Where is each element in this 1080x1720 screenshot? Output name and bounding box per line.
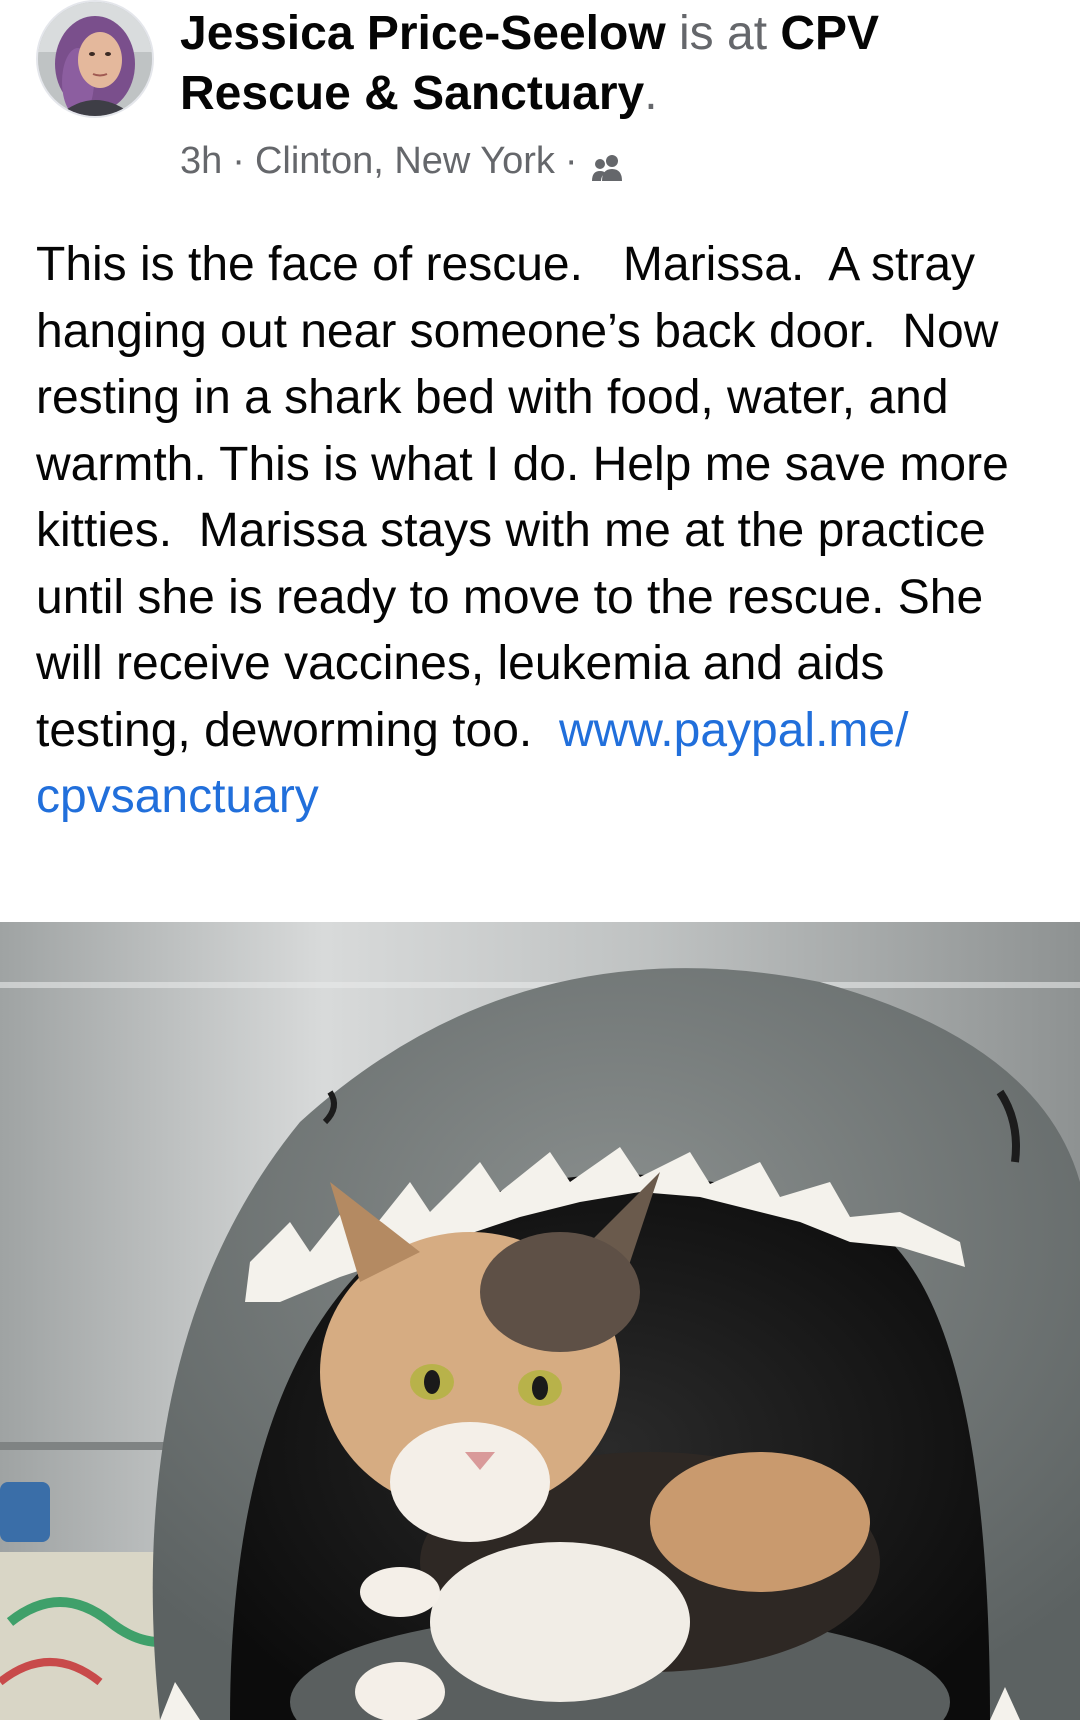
title-period: . (644, 67, 658, 120)
meta-separator: · (232, 140, 245, 182)
post: Jessica Price-Seelow is at CPV Rescue & … (0, 0, 1080, 1720)
post-title: Jessica Price-Seelow is at CPV Rescue & … (180, 4, 1040, 124)
post-time[interactable]: 3h (180, 136, 222, 186)
post-body-text: This is the face of rescue. Marissa. A s… (36, 238, 1023, 757)
post-header: Jessica Price-Seelow is at CPV Rescue & … (180, 4, 1040, 124)
post-photo[interactable] (0, 922, 1080, 1720)
connector-text: is at (665, 7, 781, 60)
post-meta: 3h · Clinton, New York · (180, 136, 626, 186)
author-name[interactable]: Jessica Price-Seelow (180, 7, 666, 60)
post-location[interactable]: Clinton, New York (255, 136, 555, 186)
meta-separator: · (564, 140, 578, 182)
post-body: This is the face of rescue. Marissa. A s… (36, 232, 1046, 831)
author-avatar[interactable] (36, 0, 154, 118)
friends-icon[interactable] (590, 146, 626, 181)
